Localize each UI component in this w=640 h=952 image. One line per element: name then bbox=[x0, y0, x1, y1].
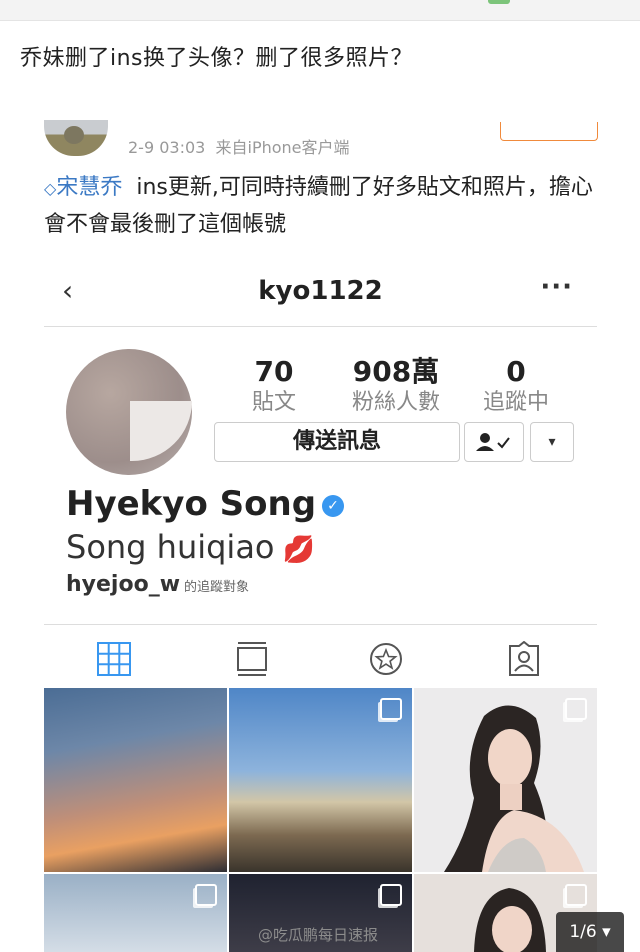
weibo-source: 来自iPhone客户端 bbox=[215, 138, 350, 157]
weibo-meta: 2-9 03:03 来自iPhone客户端 bbox=[128, 134, 350, 158]
more-options-icon[interactable]: ··· bbox=[540, 272, 573, 302]
stat-following[interactable]: 0 追蹤中 bbox=[472, 356, 560, 418]
followed-by-user: hyejoo_w bbox=[66, 572, 181, 597]
image-pager[interactable]: 1/6 ▾ bbox=[556, 912, 624, 952]
lips-emoji-icon: 💋 bbox=[282, 535, 315, 565]
followed-by-suffix: 的追蹤對象 bbox=[184, 580, 250, 595]
stat-followers[interactable]: 908萬 粉絲人數 bbox=[331, 356, 461, 418]
stat-followers-value: 908萬 bbox=[352, 355, 440, 388]
grid-photo-portrait[interactable] bbox=[414, 688, 597, 872]
verified-badge-icon: ✓ bbox=[322, 494, 345, 517]
browser-top-strip bbox=[0, 0, 640, 21]
grid-photo-sky[interactable] bbox=[44, 874, 227, 952]
list-view-icon[interactable] bbox=[232, 641, 272, 677]
stat-posts-label: 貼文 bbox=[251, 390, 296, 415]
multi-photo-icon bbox=[565, 884, 587, 906]
send-message-button[interactable]: 傳送訊息 bbox=[214, 422, 460, 462]
status-indicator bbox=[488, 0, 510, 4]
grid-photo-sunset-clouds[interactable] bbox=[44, 688, 227, 872]
weibo-follow-button[interactable] bbox=[500, 122, 598, 141]
following-button[interactable] bbox=[464, 422, 524, 462]
multi-photo-icon bbox=[380, 884, 402, 906]
weibo-body: ins更新,可同時持續刪了好多貼文和照片，擔心會不會最後刪了這個帳號 bbox=[44, 175, 593, 237]
saved-star-icon[interactable] bbox=[366, 641, 406, 677]
multi-photo-icon bbox=[565, 698, 587, 720]
embedded-screenshot: 2-9 03:03 来自iPhone客户端 ◇宋慧乔 ins更新,可同時持續刪了… bbox=[36, 100, 606, 952]
full-name: Hyekyo Song ✓ bbox=[66, 484, 345, 524]
alias-text: Song huiqiao bbox=[66, 528, 275, 566]
weibo-avatar[interactable] bbox=[44, 120, 108, 156]
profile-tab-bar bbox=[44, 624, 597, 689]
followed-by[interactable]: hyejoo_w 的追蹤對象 bbox=[66, 572, 249, 597]
weibo-post-text: ◇宋慧乔 ins更新,可同時持續刪了好多貼文和照片，擔心會不會最後刪了這個帳號 bbox=[44, 170, 596, 243]
grid-view-icon[interactable] bbox=[94, 641, 134, 677]
person-check-icon bbox=[476, 433, 510, 451]
multi-photo-icon bbox=[195, 884, 217, 906]
profile-username: kyo1122 bbox=[258, 276, 383, 306]
suggested-dropdown-icon[interactable]: ▾ bbox=[530, 422, 574, 462]
full-name-text: Hyekyo Song bbox=[66, 484, 317, 524]
stat-following-value: 0 bbox=[506, 355, 526, 388]
stat-posts[interactable]: 70 貼文 bbox=[239, 356, 309, 418]
instagram-header: ‹ kyo1122 ··· bbox=[44, 254, 597, 327]
stat-following-label: 追蹤中 bbox=[482, 390, 549, 415]
weibo-timestamp: 2-9 03:03 bbox=[128, 138, 206, 157]
photo-grid bbox=[44, 688, 597, 952]
instagram-profile: ‹ kyo1122 ··· 70 貼文 908萬 粉絲人數 0 追蹤中 傳送訊息… bbox=[44, 254, 597, 952]
multi-photo-icon bbox=[380, 698, 402, 720]
post-title: 乔妹删了ins换了头像？删了很多照片？ bbox=[20, 46, 414, 71]
profile-alias: Song huiqiao 💋 bbox=[66, 528, 315, 566]
stat-posts-value: 70 bbox=[254, 355, 294, 388]
weibo-mention[interactable]: 宋慧乔 bbox=[56, 175, 122, 200]
watermark: @吃瓜鹏每日速报 bbox=[258, 926, 379, 944]
diamond-icon: ◇ bbox=[44, 179, 57, 198]
stat-followers-label: 粉絲人數 bbox=[351, 390, 440, 415]
profile-picture[interactable] bbox=[66, 349, 192, 475]
tagged-person-icon[interactable] bbox=[504, 641, 544, 677]
grid-photo-city-skyline[interactable] bbox=[229, 688, 412, 872]
